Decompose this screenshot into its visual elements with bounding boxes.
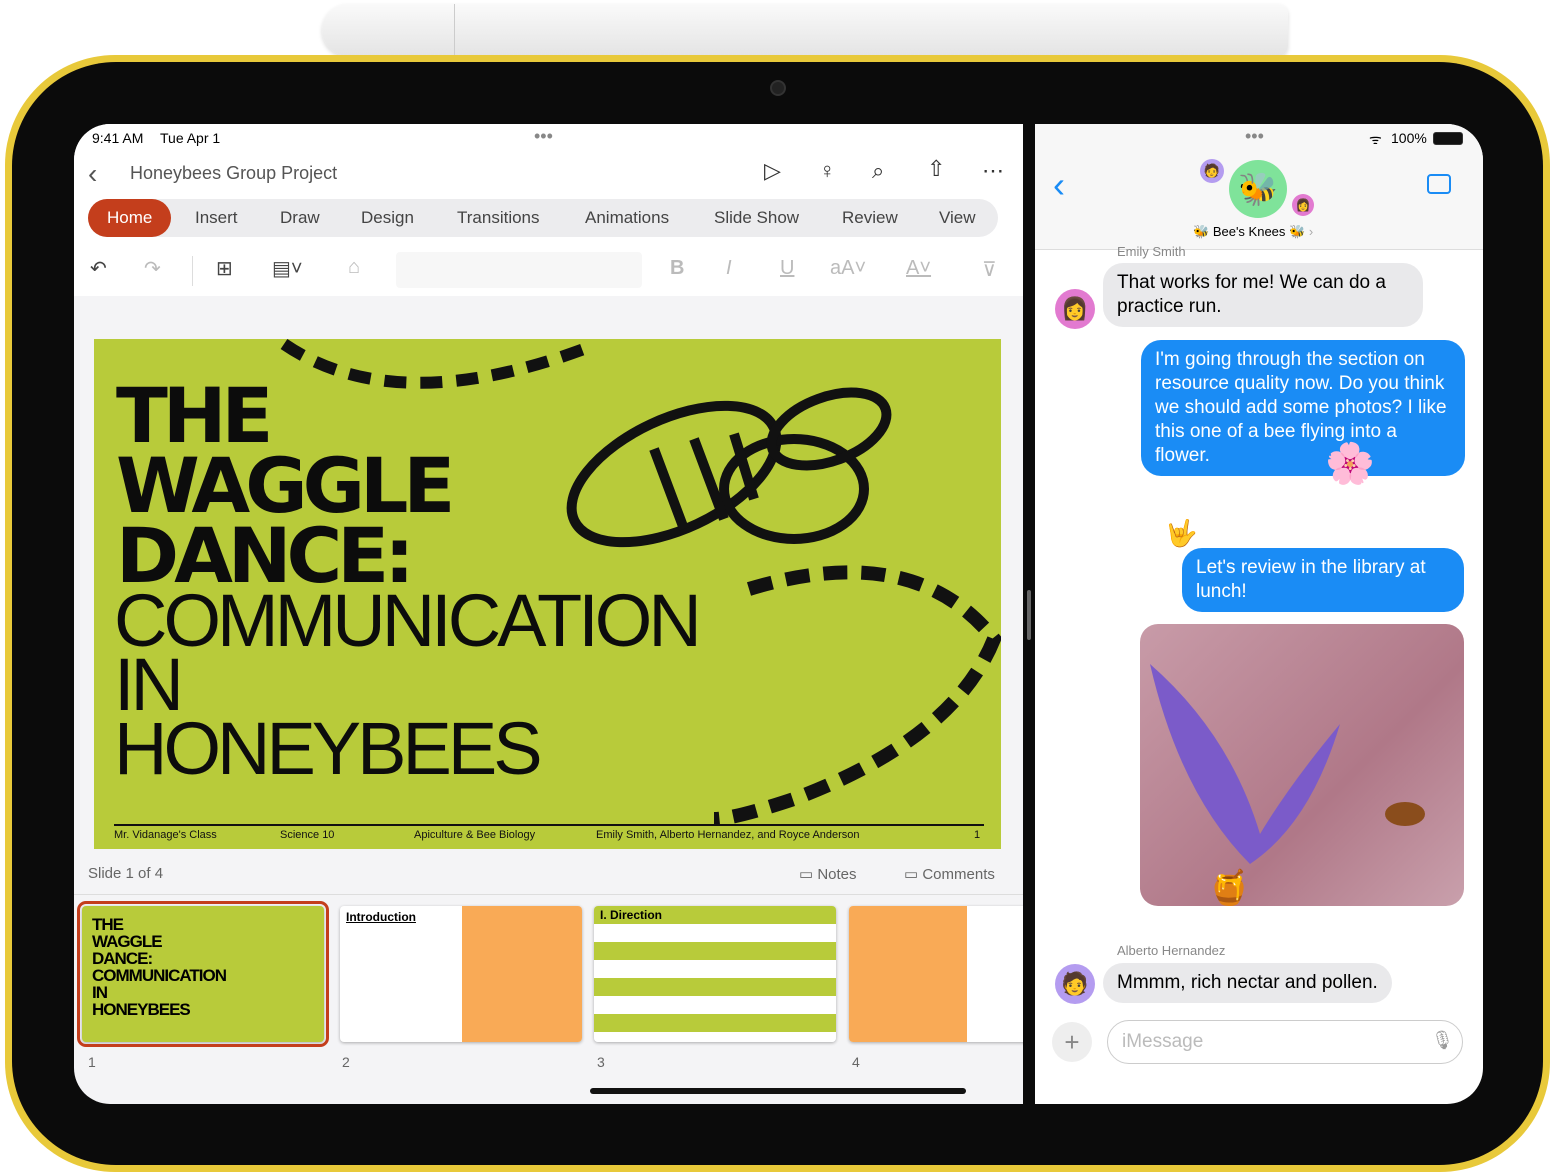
message-input[interactable]: iMessage: [1107, 1020, 1463, 1064]
underline-icon[interactable]: U: [780, 257, 794, 280]
battery-icon: [1433, 132, 1463, 145]
avatar-emily: 👩: [1055, 289, 1095, 329]
footer-topic: Apiculture & Bee Biology: [414, 829, 536, 841]
slide-title-thin: COMMUNICATION IN HONEYBEES: [114, 579, 702, 790]
redo-icon[interactable]: ↷: [144, 256, 161, 281]
footer-class: Mr. Vidanage's Class: [114, 829, 217, 841]
footer-course: Science 10: [280, 829, 335, 841]
bee-drawing: [566, 387, 892, 548]
search-icon[interactable]: ⌕: [872, 158, 884, 184]
lightbulb-icon[interactable]: ♀: [819, 158, 836, 184]
back-chevron-icon[interactable]: ‹: [88, 158, 97, 190]
share-icon[interactable]: ⇧: [927, 156, 945, 182]
bee-flower-photo[interactable]: 🍯: [1140, 624, 1464, 906]
facetime-video-icon[interactable]: [1427, 174, 1451, 194]
tab-slide-show[interactable]: Slide Show: [714, 208, 799, 228]
more-icon[interactable]: ⋯: [982, 158, 1004, 184]
sender-name: Emily Smith: [1117, 244, 1186, 259]
apple-pencil: [322, 4, 1288, 56]
slide-counter: Slide 1 of 4: [88, 865, 164, 882]
tab-view[interactable]: View: [939, 208, 976, 228]
layout-icon[interactable]: ▤˅: [272, 256, 303, 281]
undo-icon[interactable]: ↶: [90, 256, 107, 281]
avatar: 🧑: [1200, 159, 1224, 183]
status-time: 9:41 AM: [92, 130, 144, 146]
divider: [74, 894, 1023, 895]
notes-button[interactable]: ▭ Notes: [799, 865, 857, 883]
messages-pane: ••• ᯤ 100% ‹ 🧑 🐝 👩 🐝 Bee's Knees 🐝 › Emi…: [1035, 124, 1483, 1104]
font-color-icon[interactable]: A˅: [906, 257, 931, 280]
multitask-dots[interactable]: •••: [1245, 126, 1264, 147]
new-slide-icon[interactable]: ⊞: [216, 256, 233, 281]
flower-sticker: 🌸: [1325, 442, 1375, 486]
avatar: 👩: [1292, 194, 1314, 216]
slide-thumbnail-2[interactable]: Introduction: [340, 906, 582, 1042]
play-icon[interactable]: ▷: [764, 158, 781, 184]
slide-thumbnail-3[interactable]: I. Direction: [594, 906, 836, 1042]
slide-thumbnail-1[interactable]: THE WAGGLE DANCE: COMMUNICATION IN HONEY…: [77, 901, 329, 1047]
battery-level: 100%: [1391, 130, 1427, 146]
font-name-field[interactable]: [396, 252, 642, 288]
camera: [770, 80, 786, 96]
ribbon-tabs: Home Insert Draw Design Transitions Anim…: [88, 199, 998, 237]
message-bubble[interactable]: I'm going through the section on resourc…: [1141, 340, 1465, 476]
footer-page: 1: [974, 829, 981, 841]
back-chevron-icon[interactable]: ‹: [1053, 164, 1065, 206]
message-bubble[interactable]: Let's review in the library at lunch!: [1182, 548, 1464, 612]
bold-icon[interactable]: B: [670, 257, 684, 280]
message-bubble[interactable]: Mmmm, rich nectar and pollen.: [1103, 963, 1392, 1003]
tab-design[interactable]: Design: [361, 208, 414, 228]
format-painter-icon[interactable]: ⌂: [348, 256, 360, 279]
footer-authors: Emily Smith, Alberto Hernandez, and Royc…: [596, 829, 860, 841]
tab-animations[interactable]: Animations: [585, 208, 669, 228]
slide-thumbnail-4[interactable]: [849, 906, 1023, 1042]
thumb-number: 2: [342, 1054, 350, 1070]
group-name[interactable]: 🐝 Bee's Knees 🐝 ›: [1193, 224, 1313, 240]
tab-draw[interactable]: Draw: [280, 208, 320, 228]
comment-icon: ▭: [904, 866, 923, 883]
divider: [192, 256, 193, 286]
hand-sticker: 🤟: [1165, 518, 1198, 548]
footer-rule: [114, 824, 984, 826]
sender-name: Alberto Hernandez: [1117, 943, 1226, 958]
thumb-number: 4: [852, 1054, 860, 1070]
split-view-divider[interactable]: [1027, 590, 1031, 640]
honey-pot-sticker: 🍯: [1208, 869, 1251, 906]
wifi-icon: ᯤ: [1369, 131, 1382, 147]
tab-insert[interactable]: Insert: [195, 208, 238, 228]
slide-title-bold: THE WAGGLE DANCE:: [116, 371, 455, 600]
flower-image: [1150, 664, 1425, 864]
microphone-icon[interactable]: 🎙: [1431, 1030, 1454, 1051]
comments-button[interactable]: ▭ Comments: [904, 865, 995, 883]
tab-transitions[interactable]: Transitions: [457, 208, 540, 228]
add-attachment-button[interactable]: +: [1052, 1022, 1092, 1062]
thumb-number: 1: [88, 1054, 96, 1070]
italic-icon[interactable]: I: [726, 257, 732, 280]
home-indicator[interactable]: [590, 1088, 966, 1094]
thumb-number: 3: [597, 1054, 605, 1070]
font-size-icon[interactable]: aA˅: [830, 257, 866, 280]
multitask-dots[interactable]: •••: [534, 126, 553, 147]
powerpoint-pane: 9:41 AM Tue Apr 1 ••• ‹ Honeybees Group …: [74, 124, 1023, 1104]
tab-review[interactable]: Review: [842, 208, 898, 228]
notes-icon: ▭: [799, 866, 818, 883]
slide-canvas[interactable]: THE WAGGLE DANCE: COMMUNICATION IN HONEYBEES…: [94, 339, 1001, 849]
status-date: Tue Apr 1: [160, 130, 221, 146]
group-avatar[interactable]: 🐝: [1229, 160, 1287, 218]
tab-home[interactable]: Home: [88, 199, 172, 237]
document-title: Honeybees Group Project: [130, 163, 338, 183]
message-bubble[interactable]: That works for me! We can do a practice …: [1103, 263, 1423, 327]
highlight-icon[interactable]: ⊽: [982, 257, 997, 282]
avatar-alberto: 🧑: [1055, 964, 1095, 1004]
